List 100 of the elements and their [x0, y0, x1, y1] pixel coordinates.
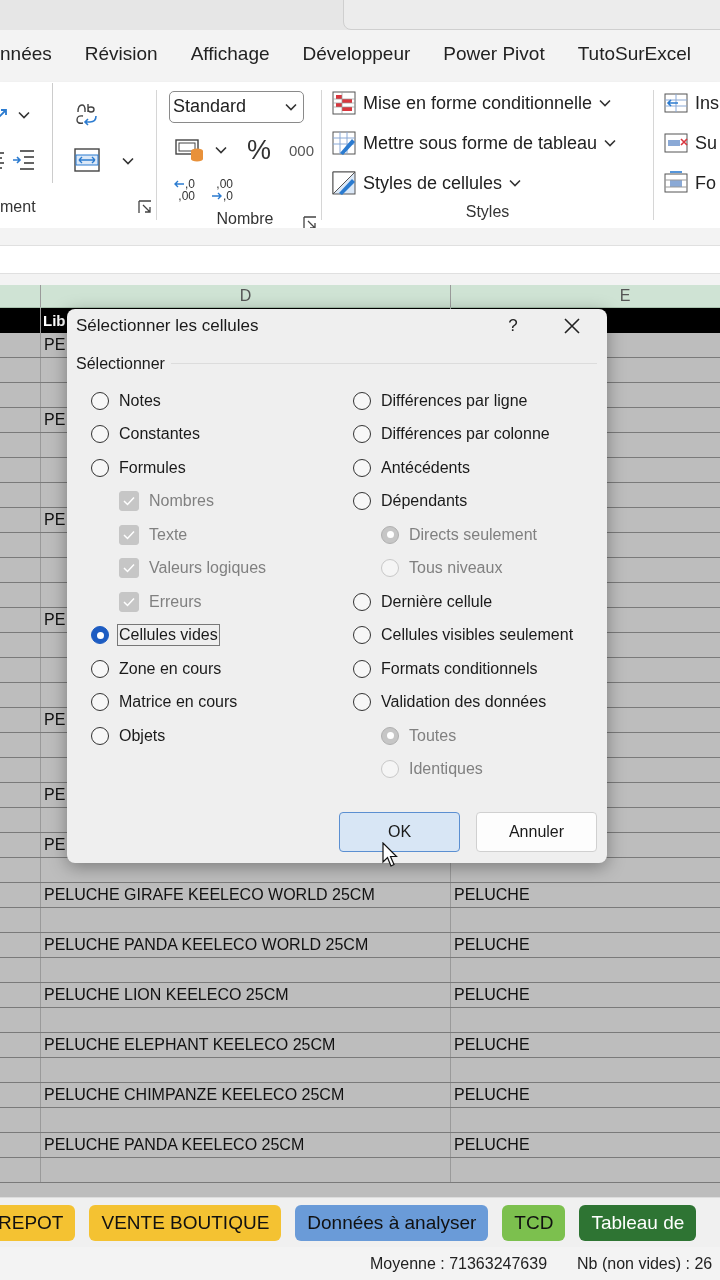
search-field[interactable]: [343, 0, 720, 30]
dialog-title: Sélectionner les cellules: [76, 316, 260, 336]
currency-icon[interactable]: [175, 137, 205, 163]
status-text: Moyenne : 71363247639: [370, 1254, 548, 1273]
table-cell: PELUCHE ELEPHANT KEELECO 25CM: [44, 1036, 336, 1054]
option-label[interactable]: Zone en cours: [117, 657, 224, 680]
format-cells-icon: [664, 171, 688, 195]
option-label[interactable]: Matrice en cours: [117, 691, 240, 714]
ribbon-button[interactable]: Styles de cellules: [332, 163, 522, 203]
caret-icon[interactable]: [604, 139, 617, 147]
caret-icon[interactable]: [599, 99, 612, 107]
option-label[interactable]: Validation des données: [379, 691, 549, 714]
dialog-launcher-icon[interactable]: [303, 216, 317, 228]
caret-icon[interactable]: [122, 157, 134, 165]
conditional-format-icon: [332, 91, 356, 115]
sheet-tab[interactable]: VENTE BOUTIQUE: [89, 1204, 282, 1241]
insert-cells-icon: [664, 91, 688, 115]
radio-button[interactable]: [91, 726, 109, 745]
sheet-tab[interactable]: Tableau de: [579, 1204, 697, 1241]
table-cell: PE: [44, 336, 66, 354]
menu-tab[interactable]: Affichage: [190, 42, 270, 72]
ribbon-button[interactable]: Mise en forme conditionnelle: [332, 83, 612, 123]
status-text: Nb (non vides) : 26: [577, 1254, 713, 1273]
menu-tab[interactable]: Power Pivot: [443, 42, 545, 72]
option-label[interactable]: Notes: [117, 389, 163, 412]
help-button[interactable]: ?: [493, 315, 533, 337]
group-label: Sélectionner: [76, 354, 165, 373]
dialog-launcher-icon[interactable]: [138, 200, 152, 214]
option-label[interactable]: Antécédents: [379, 456, 472, 479]
checkmark-icon: [123, 529, 135, 540]
option-label[interactable]: Différences par ligne: [379, 389, 530, 412]
radio-button[interactable]: [91, 391, 109, 410]
option-label[interactable]: Cellules vides: [117, 624, 220, 647]
option-label[interactable]: Différences par colonne: [379, 423, 552, 446]
radio-button[interactable]: [91, 425, 109, 444]
radio-button[interactable]: [91, 659, 109, 678]
delete-cells-icon: [664, 131, 688, 155]
option-label[interactable]: Formats conditionnels: [379, 657, 540, 680]
group-label: Styles: [465, 203, 510, 221]
left-arrow-icon: [173, 178, 185, 190]
dialog-button[interactable]: OK: [339, 812, 460, 852]
ribbon-button[interactable]: Su: [664, 123, 718, 163]
checkmark-icon: [123, 563, 135, 574]
table-cell: PE: [44, 786, 66, 804]
table-cell: PELUCHE: [454, 1136, 530, 1154]
radio-button[interactable]: [91, 693, 109, 712]
sheet-tab[interactable]: TCD: [502, 1204, 566, 1241]
menu-tab[interactable]: nnées: [0, 42, 52, 72]
group-label: ment: [0, 198, 36, 216]
caret-icon[interactable]: [18, 111, 30, 119]
column-header[interactable]: D: [41, 285, 451, 307]
cell-styles-icon: [332, 171, 356, 195]
option-label[interactable]: Objets: [117, 724, 168, 747]
caret-icon[interactable]: [509, 179, 522, 187]
table-cell: PE: [44, 411, 66, 429]
option-label[interactable]: Cellules visibles seulement: [379, 624, 576, 647]
table-cell: PELUCHE LION KEELECO 25CM: [44, 986, 289, 1004]
percent-button[interactable]: %: [247, 134, 271, 166]
close-icon[interactable]: [563, 317, 581, 335]
option-label[interactable]: Dernière cellule: [379, 590, 495, 613]
ribbon-button[interactable]: Fo: [664, 163, 716, 203]
table-cell: PE: [44, 611, 66, 629]
thousands-button[interactable]: 000: [289, 141, 315, 159]
option-label[interactable]: Constantes: [117, 423, 202, 446]
increase-decimal-button[interactable]: ,00 ,0: [211, 178, 234, 202]
menu-tab[interactable]: Révision: [84, 42, 158, 72]
caret-icon[interactable]: [285, 102, 297, 111]
radio-button[interactable]: [91, 626, 109, 645]
radio-button[interactable]: [353, 693, 371, 712]
mouse-pointer-icon: [382, 842, 398, 868]
radio-button[interactable]: [353, 592, 371, 611]
option-label[interactable]: Dépendants: [379, 490, 470, 513]
column-header[interactable]: E: [451, 285, 720, 307]
radio-button[interactable]: [353, 391, 371, 410]
radio-button[interactable]: [91, 458, 109, 477]
radio-button[interactable]: [353, 626, 371, 645]
indent-icon[interactable]: [12, 148, 34, 172]
radio-button[interactable]: [353, 425, 371, 444]
table-cell: PELUCHE PANDA KEELECO WORLD 25CM: [44, 936, 369, 954]
decrease-decimal-button[interactable]: ,0 ,00: [173, 178, 195, 202]
radio-button[interactable]: [353, 659, 371, 678]
radio-button[interactable]: [353, 458, 371, 477]
radio-button[interactable]: [353, 492, 371, 511]
sheet-tab[interactable]: REPOT: [0, 1204, 76, 1241]
wrap-text-icon[interactable]: [74, 102, 98, 126]
option-label[interactable]: Formules: [117, 456, 188, 479]
ribbon-button[interactable]: Ins: [664, 83, 719, 123]
menu-tab[interactable]: TutoSurExcel: [577, 42, 691, 72]
caret-icon[interactable]: [215, 146, 227, 154]
table-cell: PELUCHE: [454, 1086, 530, 1104]
menu-tab[interactable]: Développeur: [302, 42, 411, 72]
ribbon-button[interactable]: Mettre sous forme de tableau: [332, 123, 617, 163]
table-cell: PELUCHE: [454, 986, 530, 1004]
group-label: Nombre: [216, 210, 274, 228]
checkmark-icon: [123, 496, 135, 507]
merge-icon[interactable]: [74, 148, 100, 172]
table-cell: PE: [44, 511, 66, 529]
dialog-button[interactable]: Annuler: [476, 812, 597, 852]
number-format-dropdown[interactable]: Standard: [169, 90, 304, 123]
sheet-tab[interactable]: Données à analyser: [295, 1204, 489, 1241]
